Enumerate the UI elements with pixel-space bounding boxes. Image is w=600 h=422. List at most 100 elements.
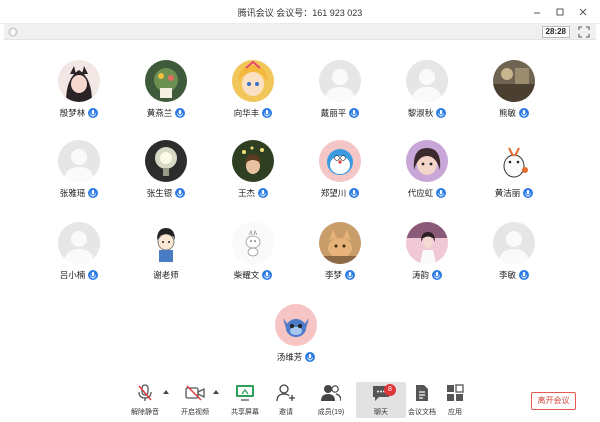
participant-name: 谢老师 [153,270,179,280]
mic-icon [175,108,186,118]
default-avatar-icon [493,222,535,264]
participant-tile[interactable]: 涛韵 [387,202,467,282]
meeting-info-bar: 28:28 [4,24,596,40]
avatar [275,304,317,346]
avatar [232,60,274,102]
audio-options-caret-icon[interactable] [163,390,169,394]
mic-icon [305,352,316,362]
meeting-timer: 28:28 [541,26,570,38]
participant-tile[interactable]: 熊敏 [474,40,554,120]
participant-name: 郑望川 [320,188,347,198]
default-avatar-icon [319,60,361,102]
participant-tile[interactable]: 代应虹 [387,120,467,200]
avatar [145,60,187,102]
participant-name: 汤维芳 [276,352,303,362]
mic-icon [432,270,442,280]
participant-tile[interactable]: 王杰 [213,120,293,200]
meeting-toolbar: 解除静音 开启视频 共享屏幕 邀请 成员(19) 聊天 8 会议文档 应用 离开… [0,378,600,422]
participant-tile[interactable]: 吕小楠 [39,202,119,282]
default-avatar-icon [58,140,100,182]
members-button[interactable]: 成员(19) [306,384,356,420]
participant-tile[interactable]: 黄燕兰 [126,40,206,120]
participant-tile[interactable]: 谢老师 [126,202,206,282]
participant-tile[interactable]: 张雅瑶 [39,120,119,200]
avatar [145,222,187,264]
mic-icon [349,108,360,118]
participant-name: 柴耀文 [233,270,260,280]
mic-icon [436,188,447,198]
apps-button[interactable]: 应用 [430,384,480,420]
participant-name: 殷梦林 [59,108,86,118]
invite-button[interactable]: 邀请 [261,384,311,420]
participant-name: 代应虹 [407,188,434,198]
avatar [319,222,361,264]
mic-icon [519,270,529,280]
avatar [406,140,448,182]
avatar [493,140,535,182]
avatar [319,140,361,182]
share-screen-icon [235,384,255,402]
unread-badge: 8 [384,384,396,396]
participant-tile[interactable]: 黎淑秋 [387,40,467,120]
participant-name: 涛韵 [411,270,429,280]
participant-name: 黄燕兰 [146,108,173,118]
mic-icon [258,188,268,198]
camera-off-icon [185,384,205,402]
participant-tile[interactable]: 黄洁丽 [474,120,554,200]
avatar [232,140,274,182]
mic-icon [88,270,99,280]
leave-meeting-button[interactable]: 离开会议 [531,392,576,410]
mic-icon [88,108,99,118]
fullscreen-icon[interactable] [578,26,590,38]
participant-name: 黄洁丽 [494,188,521,198]
avatar [232,222,274,264]
mic-icon [175,188,186,198]
participant-tile[interactable]: 汤维芳 [256,284,336,364]
participant-name: 向华丰 [233,108,260,118]
avatar [58,60,100,102]
participant-name: 吕小楠 [59,270,86,280]
participant-name: 熊敏 [498,108,516,118]
default-avatar-icon [58,222,100,264]
participant-tile[interactable]: 李梦 [300,202,380,282]
video-options-caret-icon[interactable] [213,390,219,394]
participant-tile[interactable]: 柴耀文 [213,202,293,282]
participant-grid: 殷梦林 黄燕兰 向华丰 戴丽平 黎淑秋 熊敏 张雅瑶 张生银 王杰 郑望川 代应… [0,40,600,378]
mic-icon [262,108,273,118]
minimize-icon[interactable] [528,3,546,21]
add-user-icon [276,384,296,402]
participant-tile[interactable]: 张生银 [126,120,206,200]
mic-icon [262,270,273,280]
mic-icon [88,188,99,198]
mic-icon [436,108,447,118]
document-icon [412,384,432,402]
participant-name: 李梦 [324,270,342,280]
avatar [406,222,448,264]
window-title: 腾讯会议 会议号：161 923 023 [237,8,363,18]
apps-grid-icon [445,384,465,402]
participant-name: 张雅瑶 [59,188,86,198]
members-icon [321,384,341,402]
mic-icon [523,188,534,198]
maximize-icon[interactable] [551,3,569,21]
mic-icon [345,270,355,280]
shield-icon[interactable] [8,27,18,37]
participant-name: 张生银 [146,188,173,198]
title-bar: 腾讯会议 会议号：161 923 023 [0,0,600,24]
mic-icon [349,188,360,198]
participant-tile[interactable]: 殷梦林 [39,40,119,120]
participant-tile[interactable]: 郑望川 [300,120,380,200]
participant-tile[interactable]: 戴丽平 [300,40,380,120]
default-avatar-icon [406,60,448,102]
participant-name: 王杰 [237,188,255,198]
participant-name: 戴丽平 [320,108,347,118]
participant-tile[interactable]: 向华丰 [213,40,293,120]
avatar [145,140,187,182]
participant-name: 李敏 [498,270,516,280]
mic-icon [519,108,529,118]
participant-name: 黎淑秋 [407,108,434,118]
close-icon[interactable] [574,3,592,21]
avatar [493,60,535,102]
participant-tile[interactable]: 李敏 [474,202,554,282]
mic-muted-icon [135,384,155,402]
